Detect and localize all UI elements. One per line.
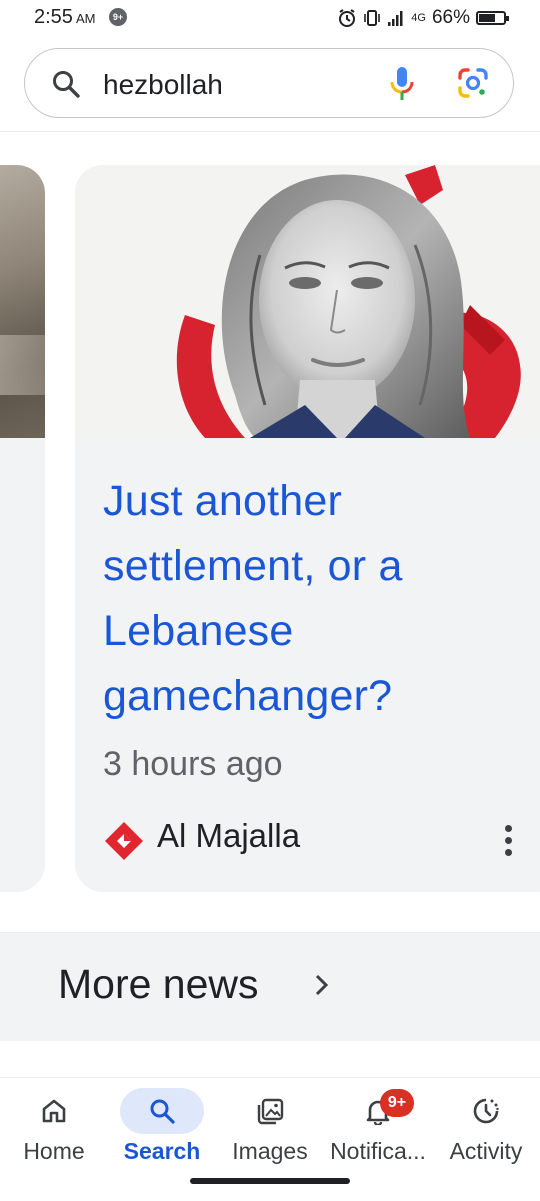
header-divider xyxy=(0,131,540,132)
images-icon xyxy=(257,1098,284,1125)
nav-item-activity[interactable]: Activity xyxy=(432,1078,540,1178)
nav-home-icon-wrap xyxy=(12,1088,96,1134)
network-type: 4G xyxy=(411,12,426,24)
vibrate-icon xyxy=(364,10,381,26)
mic-icon[interactable] xyxy=(389,65,415,103)
nav-item-home[interactable]: Home xyxy=(0,1078,108,1178)
nav-label-home: Home xyxy=(23,1138,85,1164)
battery-percent: 66% xyxy=(431,7,470,28)
notification-badge: 9+ xyxy=(380,1089,414,1117)
status-indicators: 4G 66% xyxy=(337,6,509,30)
news-card-source[interactable]: Al Majalla xyxy=(157,817,300,855)
news-card[interactable]: Just another settlement, or a Lebanese g… xyxy=(75,165,540,892)
home-icon xyxy=(42,1099,66,1123)
alarm-icon xyxy=(339,9,356,27)
lens-icon[interactable] xyxy=(457,67,489,99)
nav-label-notifications: Notifica... xyxy=(330,1138,426,1164)
nav-search-icon-wrap xyxy=(120,1088,204,1134)
battery-icon xyxy=(476,11,509,25)
previous-news-card[interactable] xyxy=(0,165,45,892)
news-card-thumbnail[interactable] xyxy=(75,165,540,438)
more-options-icon[interactable] xyxy=(502,825,514,861)
more-news-label: More news xyxy=(58,961,259,1007)
status-time: 2:55 AM xyxy=(34,6,95,29)
search-icon[interactable] xyxy=(51,69,81,99)
source-logo-icon xyxy=(105,822,143,860)
news-card-time: 3 hours ago xyxy=(103,745,283,783)
more-news-button[interactable]: More news xyxy=(0,933,540,1041)
nav-label-images: Images xyxy=(232,1138,308,1164)
news-card-title[interactable]: Just another settlement, or a Lebanese g… xyxy=(103,469,503,729)
status-bar: 2:55 AM 9+ 4G 66% xyxy=(0,0,540,38)
nav-item-search[interactable]: Search xyxy=(108,1078,216,1178)
search-bar[interactable]: hezbollah xyxy=(24,48,514,118)
previous-card-thumbnail xyxy=(0,165,45,438)
signal-icon xyxy=(388,11,403,26)
status-time-value: 2:55 xyxy=(34,6,73,28)
status-time-ampm: AM xyxy=(75,11,96,26)
portrait-illustration xyxy=(75,165,540,438)
chevron-right-icon xyxy=(315,974,329,996)
home-indicator[interactable] xyxy=(190,1178,350,1184)
status-notification-badge: 9+ xyxy=(109,8,127,26)
nav-label-activity: Activity xyxy=(449,1138,523,1164)
nav-label-search: Search xyxy=(123,1138,201,1164)
nav-item-images[interactable]: Images xyxy=(216,1078,324,1178)
nav-activity-icon-wrap xyxy=(444,1088,528,1134)
news-carousel[interactable]: Just another settlement, or a Lebanese g… xyxy=(0,165,540,893)
nav-images-icon-wrap xyxy=(228,1088,312,1134)
search-input[interactable]: hezbollah xyxy=(103,69,223,101)
battery-fill xyxy=(479,14,495,22)
nav-item-notifications[interactable]: 9+ Notifica... xyxy=(324,1078,432,1178)
activity-icon xyxy=(473,1098,499,1124)
search-icon xyxy=(150,1099,175,1124)
